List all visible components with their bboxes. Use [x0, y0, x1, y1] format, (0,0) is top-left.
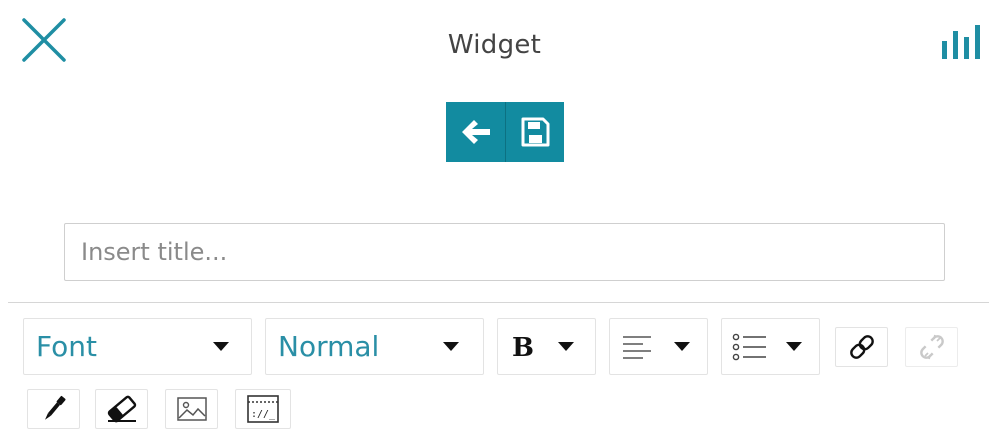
stats-button[interactable] — [940, 23, 988, 61]
arrow-left-icon — [461, 120, 490, 144]
bold-icon: B — [512, 333, 534, 362]
code-icon: ://_ — [247, 395, 279, 423]
image-icon — [176, 397, 207, 421]
size-select[interactable]: Normal — [265, 318, 484, 375]
code-button[interactable]: ://_ — [235, 389, 291, 429]
bar-chart-icon — [942, 25, 980, 59]
chevron-down-icon — [674, 342, 690, 351]
pen-button[interactable] — [27, 389, 80, 429]
font-select[interactable]: Font — [23, 318, 252, 375]
link-icon — [849, 335, 874, 359]
size-select-value: Normal — [278, 330, 380, 363]
chevron-down-icon — [213, 342, 229, 351]
title-input[interactable] — [64, 223, 945, 281]
back-button[interactable] — [446, 102, 505, 162]
eraser-icon — [107, 395, 136, 423]
list-icon — [732, 333, 766, 360]
pen-icon — [44, 395, 66, 420]
link-button[interactable] — [835, 327, 888, 367]
chevron-down-icon — [786, 342, 802, 351]
action-button-group — [446, 102, 564, 162]
unlink-icon — [919, 334, 944, 360]
divider — [8, 302, 989, 303]
align-dropdown[interactable] — [609, 318, 708, 375]
font-select-value: Font — [36, 330, 97, 363]
svg-text:B: B — [512, 333, 534, 362]
floppy-disk-icon — [521, 117, 550, 147]
align-left-icon — [623, 335, 651, 359]
chevron-down-icon — [443, 342, 459, 351]
unlink-button[interactable] — [905, 327, 958, 367]
page-title: Widget — [447, 30, 542, 60]
svg-text:://_: ://_ — [251, 409, 276, 420]
eraser-button[interactable] — [95, 389, 148, 429]
chevron-down-icon — [558, 342, 574, 351]
bold-dropdown[interactable]: B — [497, 318, 596, 375]
save-button[interactable] — [505, 102, 564, 162]
list-dropdown[interactable] — [721, 318, 820, 375]
image-button[interactable] — [165, 389, 218, 429]
